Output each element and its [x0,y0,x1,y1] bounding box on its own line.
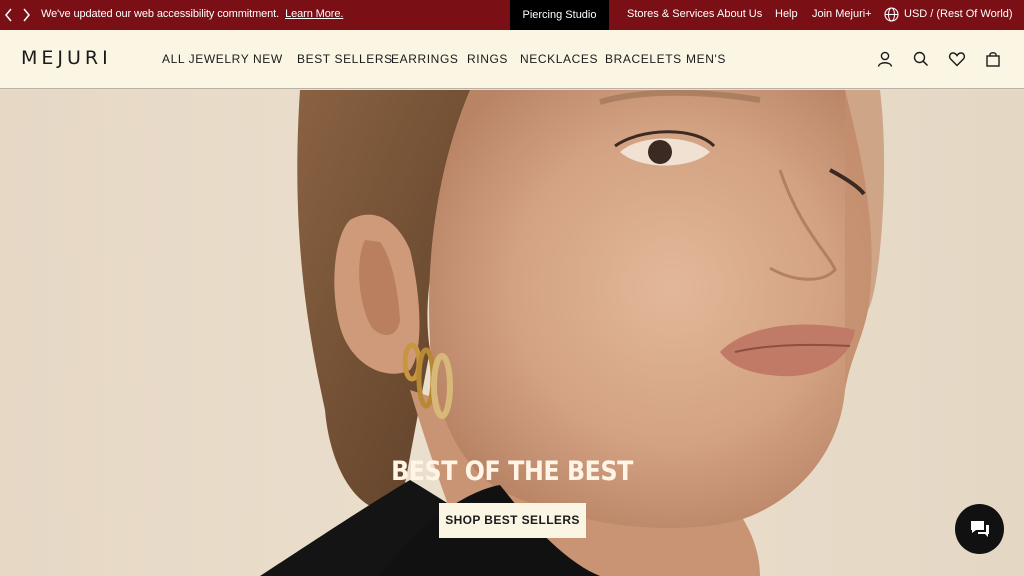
heart-icon[interactable] [948,50,966,68]
announcement-bar: We've updated our web accessibility comm… [0,0,1024,30]
nav-all-jewelry[interactable]: ALL JEWELRY [162,52,249,66]
shop-best-sellers-button[interactable]: SHOP BEST SELLERS [439,503,586,538]
hero-title: BEST OF THE BEST [391,456,633,487]
nav-earrings[interactable]: EARRINGS [391,52,458,66]
chevron-right-icon[interactable] [20,7,32,23]
nav-necklaces[interactable]: NECKLACES [520,52,598,66]
stores-services-link[interactable]: Stores & Services [627,8,714,20]
piercing-studio-link[interactable]: Piercing Studio [510,0,609,30]
nav-new[interactable]: NEW [253,52,283,66]
learn-more-link[interactable]: Learn More. [285,8,343,20]
nav-best-sellers[interactable]: BEST SELLERS [297,52,393,66]
search-icon[interactable] [912,50,930,68]
currency-selector[interactable]: USD / (Rest Of World) [904,8,1013,20]
announcement-text: We've updated our web accessibility comm… [41,8,343,20]
bag-icon[interactable] [984,50,1002,68]
mejuri-logo[interactable]: MEJURI [21,47,112,69]
chat-icon [971,521,989,537]
globe-icon [884,7,899,22]
help-link[interactable]: Help [775,8,798,20]
nav-rings[interactable]: RINGS [467,52,508,66]
chat-button[interactable] [955,504,1004,554]
hero-banner: BEST OF THE BEST SHOP BEST SELLERS [0,90,1024,576]
nav-bracelets[interactable]: BRACELETS [605,52,682,66]
site-header: MEJURI ALL JEWELRY NEW BEST SELLERS EARR… [0,30,1024,89]
chevron-left-icon[interactable] [3,7,15,23]
join-mejuri-link[interactable]: Join Mejuri+ [812,8,872,20]
account-icon[interactable] [876,50,894,68]
announcement-message: We've updated our web accessibility comm… [41,8,280,20]
nav-mens[interactable]: MEN'S [686,52,726,66]
about-us-link[interactable]: About Us [717,8,762,20]
